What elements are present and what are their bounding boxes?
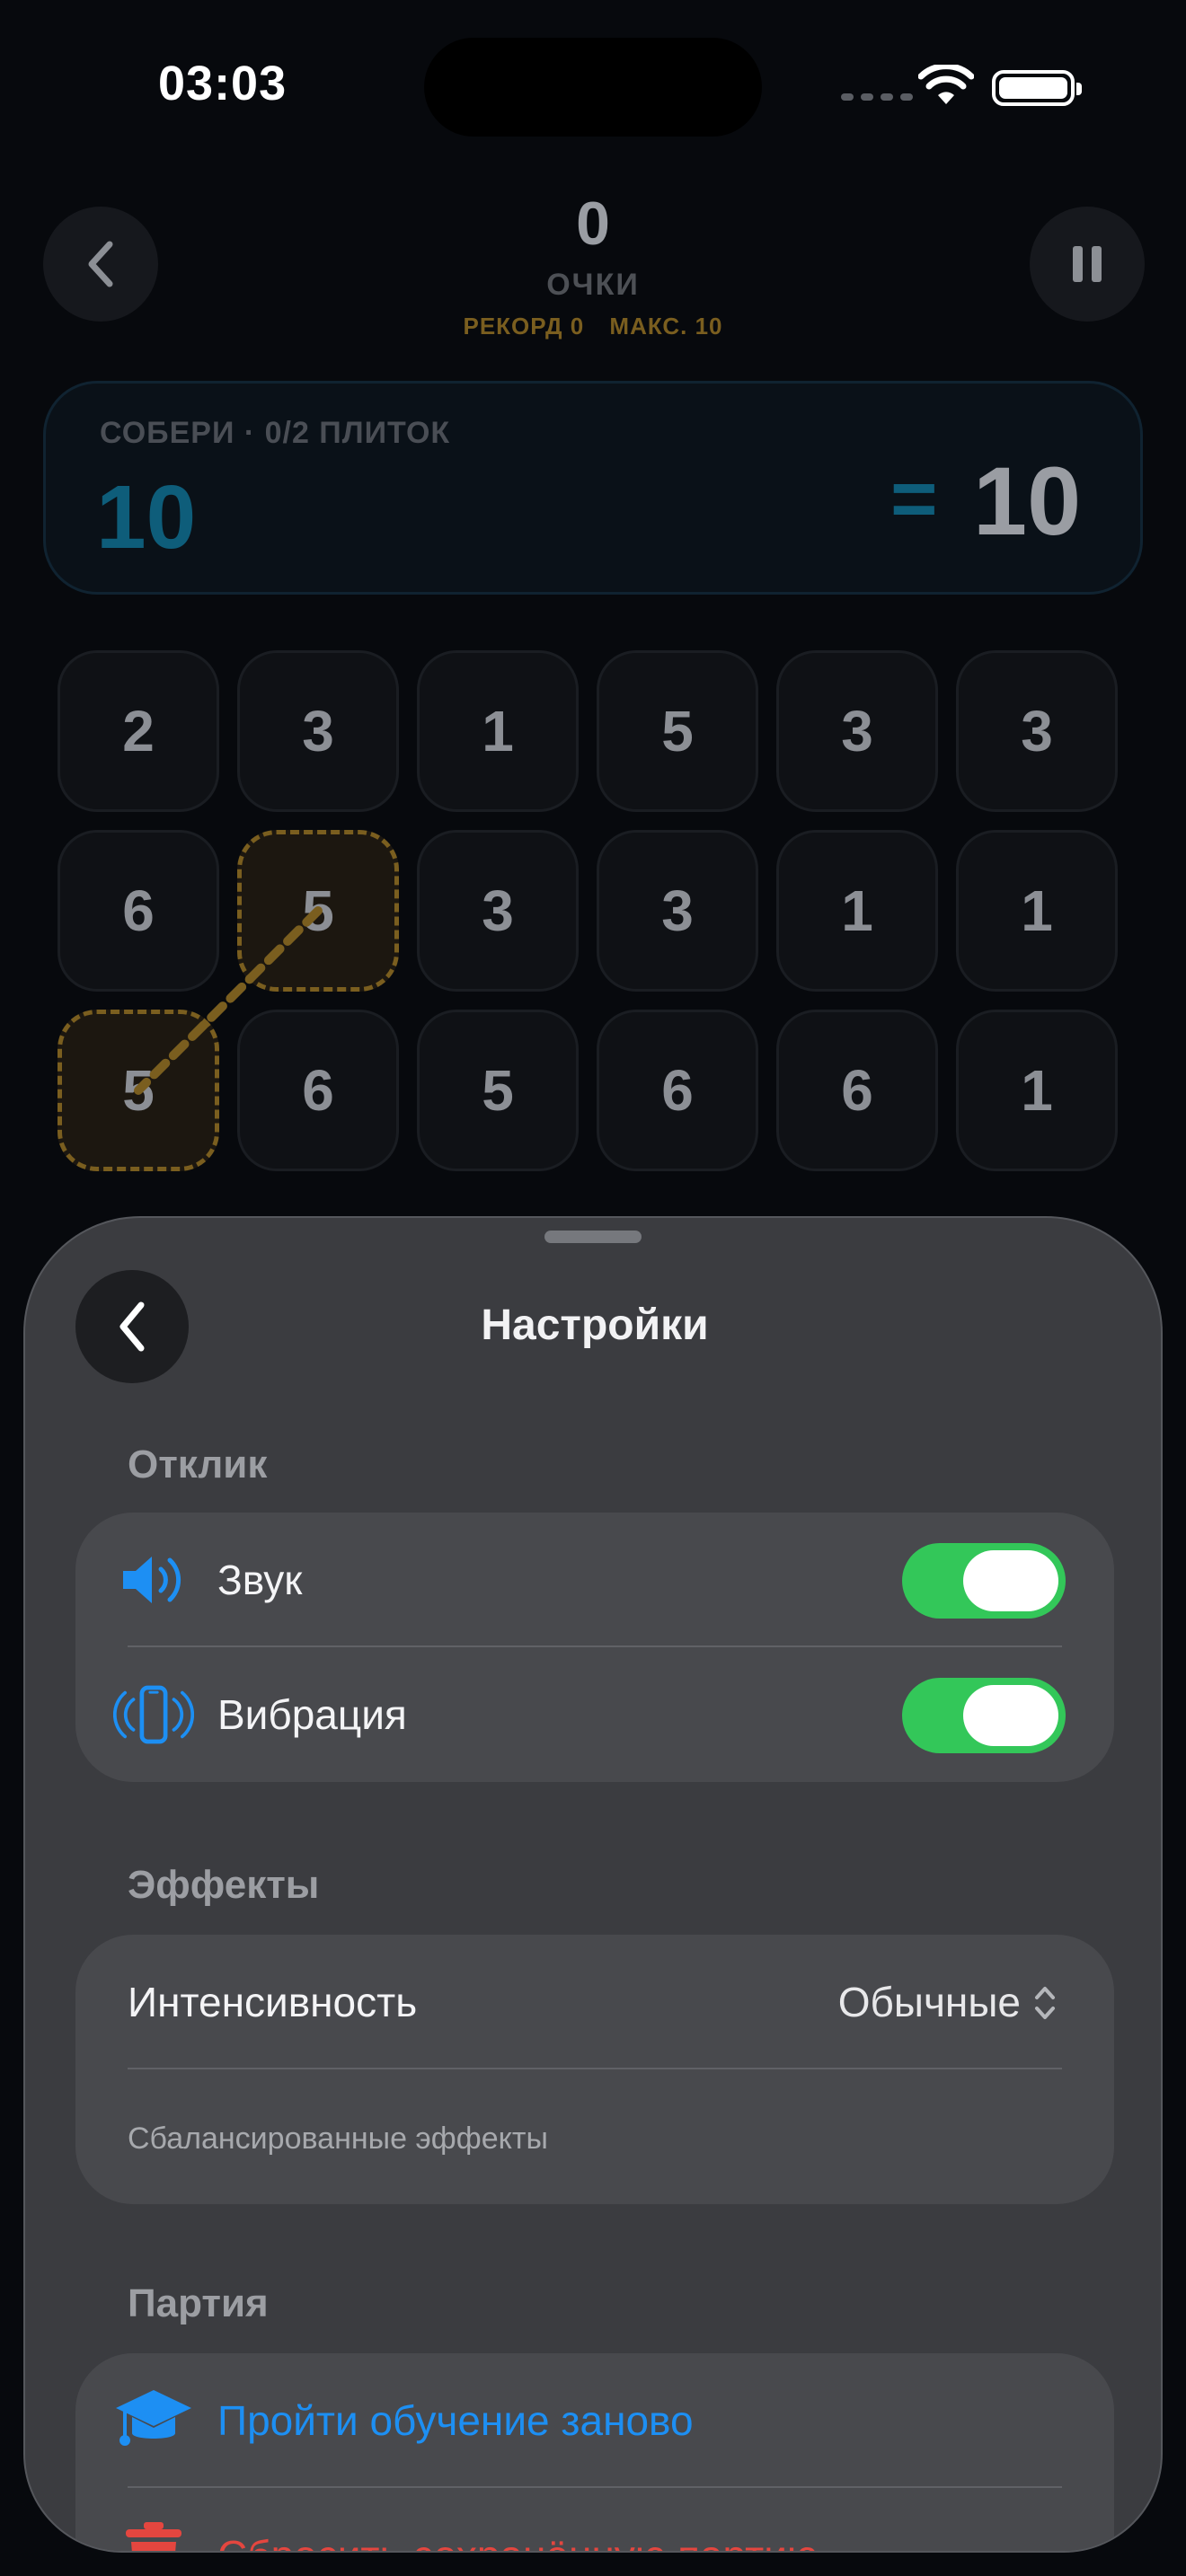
- tile[interactable]: 3: [956, 650, 1118, 812]
- graduation-cap-icon: [113, 2384, 194, 2456]
- tile[interactable]: 3: [417, 830, 579, 992]
- tile[interactable]: 1: [956, 830, 1118, 992]
- vibration-toggle[interactable]: [902, 1678, 1066, 1753]
- equals-sign: =: [890, 454, 938, 544]
- intensity-label: Интенсивность: [128, 1979, 418, 2025]
- vibration-label: Вибрация: [217, 1691, 407, 1738]
- reset-saved-game-label: Сбросить сохранённую партию: [217, 2531, 818, 2551]
- intensity-row[interactable]: Интенсивность Обычные: [75, 1935, 1114, 2069]
- chevron-up-down-icon: [1035, 1987, 1055, 2019]
- vibration-row[interactable]: Вибрация: [75, 1647, 1114, 1782]
- game-group: Пройти обучение заново Сбросить сохранён…: [75, 2353, 1114, 2551]
- tile[interactable]: 2: [58, 650, 219, 812]
- wifi-icon: [918, 65, 974, 104]
- tile[interactable]: 6: [776, 1010, 938, 1171]
- pause-icon: [1073, 246, 1102, 282]
- tile[interactable]: 6: [597, 1010, 758, 1171]
- sound-toggle[interactable]: [902, 1543, 1066, 1619]
- pause-button[interactable]: [1030, 207, 1145, 322]
- tile[interactable]: 6: [58, 830, 219, 992]
- divider: [128, 2068, 1062, 2069]
- target-value: 10: [96, 467, 197, 568]
- tile[interactable]: 6: [237, 1010, 399, 1171]
- dynamic-island: [424, 38, 762, 137]
- tile[interactable]: 3: [776, 650, 938, 812]
- game-screen: 03:03 0 ОЧКИ РЕКОРД 0 МАКС. 10 СОБЕРИ · …: [0, 0, 1186, 2576]
- settings-sheet: Настройки Отклик Звук Вибрация Эффекты И…: [23, 1216, 1163, 2553]
- feedback-group: Звук Вибрация: [75, 1513, 1114, 1782]
- retake-tutorial-label: Пройти обучение заново: [217, 2397, 694, 2444]
- tile[interactable]: 1: [776, 830, 938, 992]
- status-time: 03:03: [158, 57, 288, 110]
- settings-title: Настройки: [481, 1301, 709, 1349]
- sound-label: Звук: [217, 1557, 303, 1603]
- max-label: МАКС. 10: [609, 313, 723, 340]
- current-sum: 10: [973, 446, 1082, 555]
- battery-icon: [992, 70, 1082, 106]
- tile[interactable]: 1: [417, 650, 579, 812]
- cellular-signal-icon: [841, 93, 913, 101]
- speaker-icon: [113, 1544, 194, 1616]
- sheet-grabber[interactable]: [544, 1231, 642, 1243]
- score-stats: РЕКОРД 0 МАКС. 10: [0, 313, 1186, 340]
- tile-selected[interactable]: 5: [58, 1010, 219, 1171]
- sound-row[interactable]: Звук: [75, 1513, 1114, 1647]
- tile[interactable]: 3: [597, 830, 758, 992]
- tile-selected[interactable]: 5: [237, 830, 399, 992]
- target-caption: СОБЕРИ · 0/2 ПЛИТОК: [100, 416, 451, 450]
- reset-game-row[interactable]: Сбросить сохранённую партию: [75, 2488, 1114, 2551]
- section-game: Партия: [128, 2281, 269, 2325]
- tile[interactable]: 5: [597, 650, 758, 812]
- section-feedback: Отклик: [128, 1442, 268, 1486]
- intensity-value[interactable]: Обычные: [838, 1978, 1021, 2026]
- target-panel: СОБЕРИ · 0/2 ПЛИТОК 10 = 10: [43, 381, 1143, 595]
- tile[interactable]: 1: [956, 1010, 1118, 1171]
- tile-grid: 231533653311565661: [58, 650, 1128, 1279]
- section-effects: Эффекты: [128, 1863, 320, 1907]
- tile[interactable]: 5: [417, 1010, 579, 1171]
- intensity-note: Сбалансированные эффекты: [128, 2122, 548, 2156]
- phone-vibration-icon: [113, 1679, 194, 1751]
- record-label: РЕКОРД 0: [463, 313, 585, 340]
- tile[interactable]: 3: [237, 650, 399, 812]
- tutorial-row[interactable]: Пройти обучение заново: [75, 2353, 1114, 2488]
- score-label: ОЧКИ: [546, 268, 640, 302]
- score-value: 0: [576, 190, 610, 258]
- effects-group: Интенсивность Обычные Сбалансированные э…: [75, 1935, 1114, 2204]
- trash-icon: [113, 2519, 194, 2551]
